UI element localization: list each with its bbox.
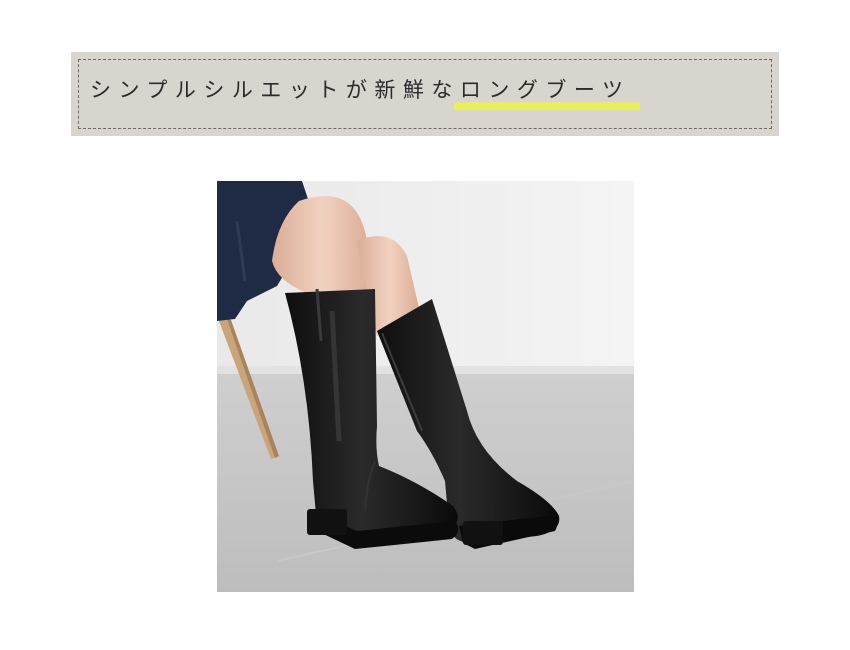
product-photo [217,181,634,592]
boot-left-heel [307,509,347,535]
headline-text: シンプルシルエットが新鮮な [90,78,460,102]
headline: シンプルシルエットが新鮮な ロングブーツ [90,72,760,110]
boot-right-heel [463,521,503,545]
headline-banner: シンプルシルエットが新鮮な ロングブーツ [71,52,779,136]
boots-illustration [217,181,634,592]
headline-highlight-text: ロングブーツ [459,78,631,102]
headline-highlight: ロングブーツ [453,74,641,110]
